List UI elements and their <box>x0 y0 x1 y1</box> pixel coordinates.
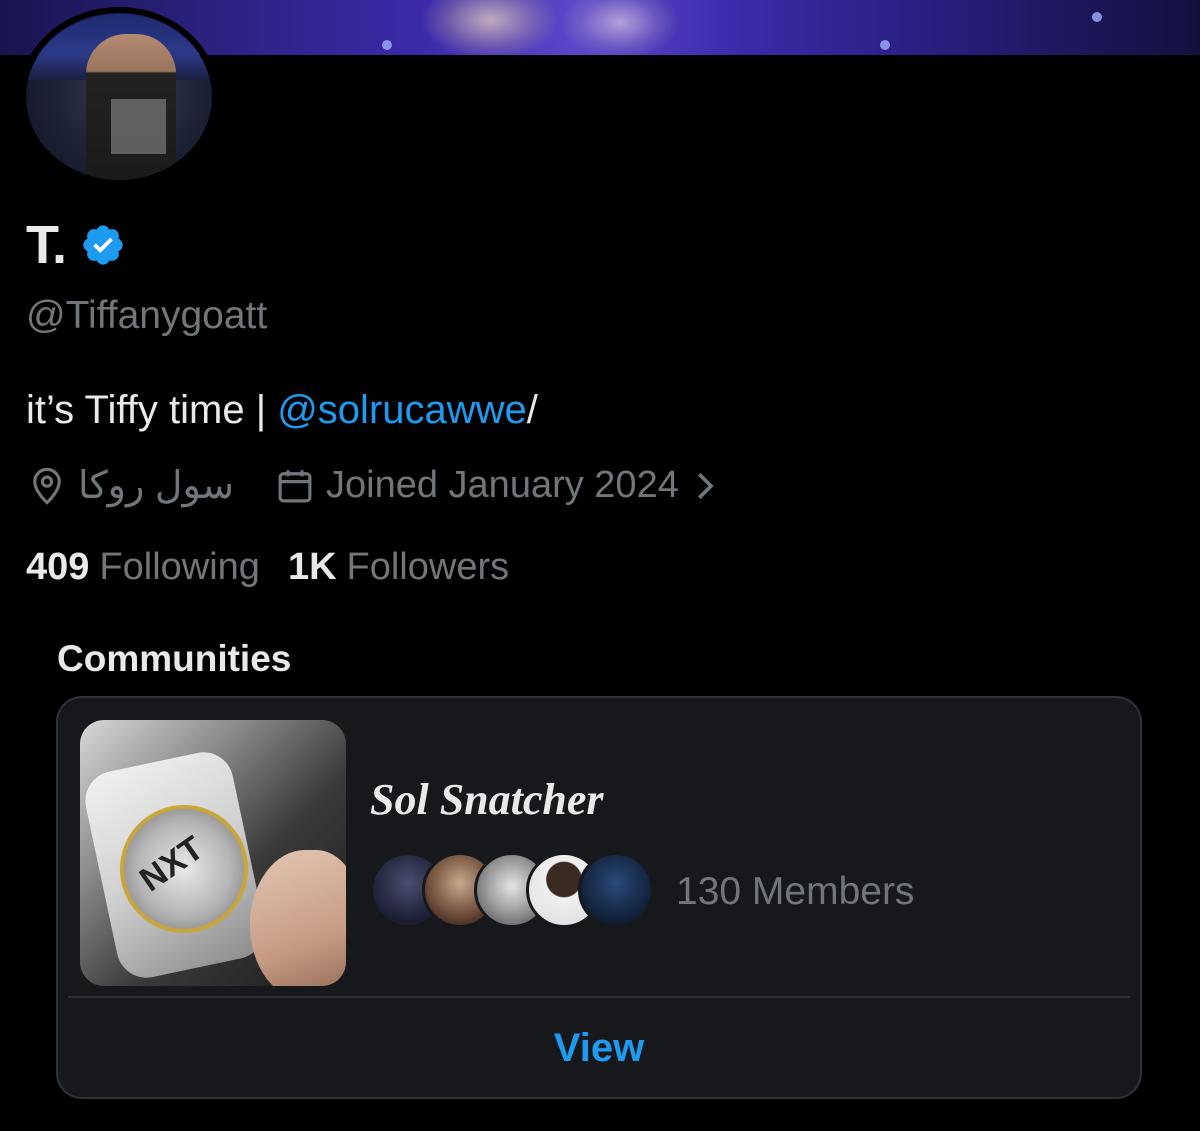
name-row: T. <box>26 214 126 276</box>
profile-meta-row: سول روكا Joined January 2024 <box>26 463 719 508</box>
calendar-icon <box>278 469 312 502</box>
banner-light <box>1092 12 1102 22</box>
community-card[interactable]: NXT Sol Snatcher 130 Members View <box>56 696 1142 1099</box>
joined-text: Joined January 2024 <box>326 464 679 506</box>
location-item: سول روكا <box>26 463 234 508</box>
face-graphic <box>250 850 346 986</box>
member-avatar-stack <box>370 852 660 932</box>
following-link[interactable]: 409 Following <box>26 546 260 589</box>
community-image: NXT <box>80 720 346 986</box>
banner-light <box>880 40 890 50</box>
joined-item[interactable]: Joined January 2024 <box>274 464 719 507</box>
verified-badge-icon[interactable] <box>80 222 126 268</box>
avatar-ring <box>19 7 219 187</box>
bio-text: it’s Tiffy time | <box>26 388 278 432</box>
profile-handle: @Tiffanygoatt <box>26 294 268 337</box>
member-avatar <box>578 852 654 928</box>
bio-mention-link[interactable]: @solrucawwe <box>277 388 527 432</box>
profile-bio: it’s Tiffy time | @solrucawwe/ <box>26 388 538 433</box>
banner-highlight <box>420 0 560 55</box>
view-community-button[interactable]: View <box>58 998 1140 1098</box>
bio-suffix: / <box>526 388 538 432</box>
communities-heading: Communities <box>57 638 292 679</box>
following-label: Following <box>99 546 260 588</box>
location-pin-icon <box>33 467 61 505</box>
banner-highlight <box>560 0 680 55</box>
community-name: Sol Snatcher <box>370 775 604 824</box>
profile-page: T. @Tiffanygoatt it’s Tiffy time | @solr… <box>0 0 1200 1131</box>
location-text: سول روكا <box>78 465 235 507</box>
banner-light <box>382 40 392 50</box>
followers-label: Followers <box>346 546 510 588</box>
followers-link[interactable]: 1K Followers <box>288 546 509 589</box>
chevron-right-icon <box>697 472 714 499</box>
display-name: T. <box>26 215 67 275</box>
followers-count: 1K <box>287 546 337 588</box>
members-count: 130 Members <box>676 870 915 913</box>
following-count: 409 <box>26 546 90 588</box>
follow-stats: 409 Following 1K Followers <box>26 546 509 589</box>
